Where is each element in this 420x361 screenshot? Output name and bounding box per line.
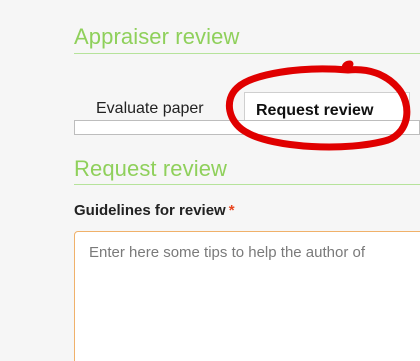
appraiser-review-page: Appraiser review Evaluate paper Request … — [0, 0, 420, 361]
guidelines-label-text: Guidelines for review — [74, 202, 226, 219]
section-title-appraiser-review: Appraiser review — [74, 24, 240, 49]
guidelines-label: Guidelines for review * — [74, 202, 235, 219]
tab-evaluate-paper[interactable]: Evaluate paper — [96, 100, 204, 118]
guidelines-textarea[interactable] — [74, 231, 420, 361]
section-title-request-review: Request review — [74, 156, 228, 181]
section-divider — [74, 53, 420, 54]
tab-content-strip — [74, 120, 420, 135]
request-review-divider — [74, 184, 420, 185]
required-marker: * — [228, 202, 235, 219]
tab-request-review-label: Request review — [256, 102, 374, 119]
